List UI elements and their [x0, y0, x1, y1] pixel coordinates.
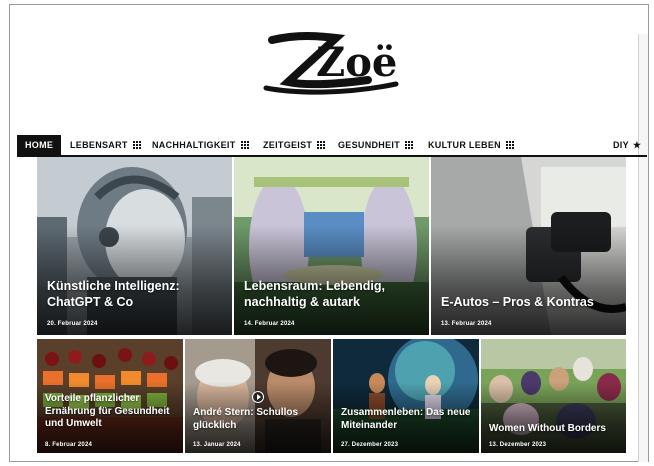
nav-item-label: ZEITGEIST — [263, 140, 313, 150]
article-date: 20. Februar 2024 — [47, 321, 98, 327]
article-title[interactable]: Lebensraum: Lebendig, nachhaltig & autar… — [244, 279, 421, 310]
scrollbar[interactable] — [638, 34, 648, 462]
nav-item-label: NACHHALTIGKEIT — [152, 140, 236, 150]
grid-icon — [405, 141, 414, 149]
nav-item-lebensart[interactable]: LEBENSART — [70, 135, 141, 155]
nav-item-zeitgeist[interactable]: ZEITGEIST — [263, 135, 326, 155]
article-title[interactable]: E-Autos – Pros & Kontras — [441, 295, 618, 311]
article-date: 8. Februar 2024 — [45, 442, 93, 448]
article-date: 27. Dezember 2023 — [341, 442, 399, 448]
nav-item-label: KULTUR LEBEN — [428, 140, 501, 150]
site-logo[interactable]: Zoë — [258, 24, 408, 104]
grid-icon — [240, 141, 249, 149]
article-card-zusammenleben[interactable]: Zusammenleben: Das neue Miteinander 27. … — [333, 339, 479, 453]
nav-item-gesundheit[interactable]: GESUNDHEIT — [338, 135, 414, 155]
nav-item-kultur-leben[interactable]: KULTUR LEBEN — [428, 135, 514, 155]
nav-item-label: DIY — [613, 140, 629, 150]
article-card-lebensraum[interactable]: Lebensraum: Lebendig, nachhaltig & autar… — [234, 157, 429, 335]
main-nav: HOME LEBENSART NACHHALTIGKEIT ZEITGEIST … — [17, 135, 647, 157]
article-card-women-without-borders[interactable]: Women Without Borders 13. Dezember 2023 — [481, 339, 626, 453]
article-title[interactable]: Vorteile pflanzlicher Ernährung für Gesu… — [45, 393, 175, 431]
article-title[interactable]: Women Without Borders — [489, 423, 618, 436]
article-card-e-autos[interactable]: E-Autos – Pros & Kontras 13. Februar 202… — [431, 157, 626, 335]
logo-text: Zoë — [316, 39, 397, 86]
image-shade — [431, 224, 626, 335]
nav-item-home[interactable]: HOME — [17, 135, 62, 155]
grid-icon — [132, 141, 141, 149]
nav-item-diy[interactable]: DIY ★ — [613, 135, 641, 155]
article-date: 13. Dezember 2023 — [489, 442, 547, 448]
article-date: 14. Februar 2024 — [244, 321, 295, 327]
nav-item-label: HOME — [25, 140, 54, 150]
article-date: 13. Januar 2024 — [193, 442, 241, 448]
article-card-ernaehrung[interactable]: Vorteile pflanzlicher Ernährung für Gesu… — [37, 339, 183, 453]
grid-icon — [505, 141, 514, 149]
grid-icon — [317, 141, 326, 149]
nav-item-nachhaltigkeit[interactable]: NACHHALTIGKEIT — [152, 135, 249, 155]
article-card-ki[interactable]: Künstliche Intelligenz: ChatGPT & Co 20.… — [37, 157, 232, 335]
article-title[interactable]: Zusammenleben: Das neue Miteinander — [341, 407, 471, 432]
article-title[interactable]: André Stern: Schullos glücklich — [193, 407, 323, 432]
article-title[interactable]: Künstliche Intelligenz: ChatGPT & Co — [47, 279, 224, 310]
nav-item-label: GESUNDHEIT — [338, 140, 401, 150]
article-date: 13. Februar 2024 — [441, 321, 492, 327]
video-play-icon[interactable] — [252, 391, 264, 403]
nav-item-label: LEBENSART — [70, 140, 128, 150]
star-icon: ★ — [632, 139, 642, 150]
article-card-andre-stern[interactable]: André Stern: Schullos glücklich 13. Janu… — [185, 339, 331, 453]
